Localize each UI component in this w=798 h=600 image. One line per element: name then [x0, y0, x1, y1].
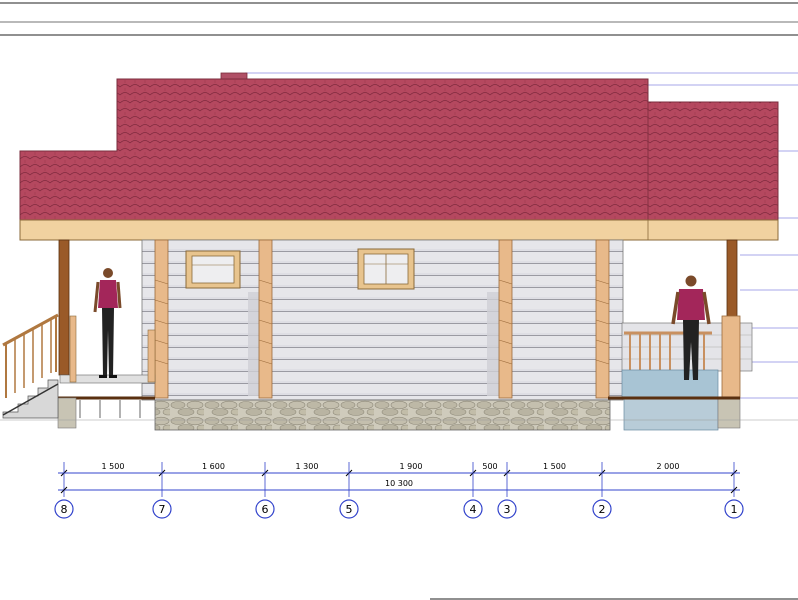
- axis-marker-1: 1: [724, 499, 744, 519]
- axis-label: 6: [262, 503, 269, 516]
- dimension-segment-label: 1 300: [296, 462, 319, 471]
- axis-marker-8: 8: [54, 499, 74, 519]
- fascia-board: [19, 219, 779, 241]
- axis-marker-2: 2: [592, 499, 612, 519]
- grid-axes: 8 7 6 5 4 3 2 1: [54, 499, 744, 519]
- axis-label: 3: [504, 503, 511, 516]
- axis-label: 8: [61, 503, 68, 516]
- dimension-segment-label: 500: [482, 462, 497, 471]
- axis-label: 1: [731, 503, 738, 516]
- dimension-segment-label: 2 000: [657, 462, 680, 471]
- dimension-segment-label: 1 600: [202, 462, 225, 471]
- roof: [19, 78, 779, 221]
- left-stairs: [2, 313, 59, 419]
- axis-marker-6: 6: [255, 499, 275, 519]
- axis-marker-3: 3: [497, 499, 517, 519]
- axis-marker-4: 4: [463, 499, 483, 519]
- axis-marker-7: 7: [152, 499, 172, 519]
- elevation-drawing-canvas: 1 500 1 600 1 300 1 900 500 1 500 2 000 10 300 …: [0, 0, 798, 600]
- stone-plinth: [154, 399, 611, 431]
- house-elevation-drawing: 1 500 1 600 1 300 1 900 500 1 500 2 00010 300 …: [0, 2, 798, 600]
- dimension-total-label: 10 300: [385, 479, 413, 488]
- window-left: [185, 250, 241, 289]
- window-center: [357, 248, 415, 290]
- axis-marker-5: 5: [339, 499, 359, 519]
- human-figure-left: [93, 268, 122, 378]
- dimension-chain: 1 500 1 600 1 300 1 900 500 1 500 2 000 10 300: [58, 462, 740, 497]
- right-porch: [608, 315, 753, 431]
- axis-label: 7: [159, 503, 166, 516]
- axis-label: 4: [470, 503, 477, 516]
- axis-label: 5: [346, 503, 353, 516]
- axis-label: 2: [599, 503, 606, 516]
- dimension-segment-label: 1 500: [543, 462, 566, 471]
- dimension-segment-label: 1 900: [400, 462, 423, 471]
- dimension-segment-label: 1 500: [102, 462, 125, 471]
